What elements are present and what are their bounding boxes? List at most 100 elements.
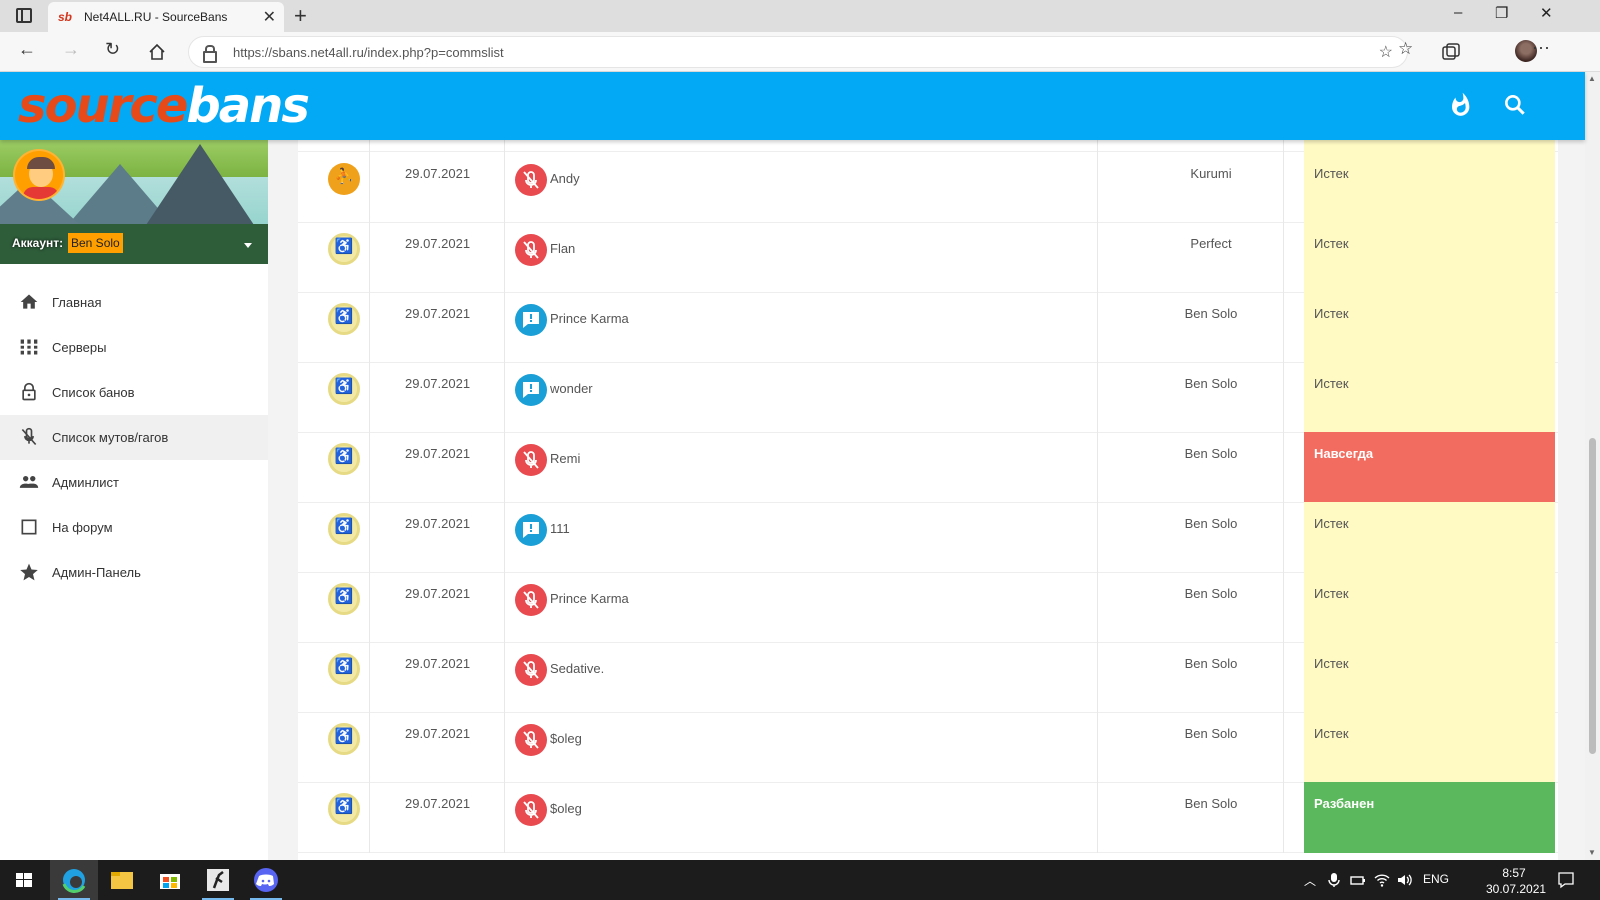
column-divider [1283,712,1284,783]
column-divider [1097,362,1098,433]
browser-tab[interactable]: sb Net4ALL.RU - SourceBans ✕ [48,2,284,32]
favorites-icon[interactable]: ☆ [1398,39,1413,59]
microphone-icon[interactable] [1327,872,1341,888]
battery-icon[interactable] [1350,873,1366,887]
sidebar-item-servers[interactable]: Серверы [0,325,268,370]
counter-strike-icon: ♿ [328,513,360,545]
table-row[interactable]: ⛹ 29.07.2021 Andy Kurumi Истек [298,152,1558,223]
store-icon[interactable] [146,860,194,900]
comm-date: 29.07.2021 [405,656,471,671]
admin-name: Ben Solo [1184,376,1238,391]
cs-taskbar-app[interactable] [194,860,242,900]
table-row[interactable]: ♿ 29.07.2021 Prince Karma Ben Solo Истек [298,292,1558,363]
sidebar-item-adminlist[interactable]: Админлист [0,460,268,505]
table-row[interactable]: ♿ 29.07.2021 111 Ben Solo Истек [298,502,1558,573]
address-bar[interactable]: https://sbans.net4all.ru/index.php?p=com… [188,36,1408,68]
fire-icon[interactable] [1448,92,1474,118]
player-name[interactable]: $oleg [550,801,582,816]
scroll-down-icon[interactable]: ▼ [1588,848,1596,857]
account-label: Аккаунт: [12,236,64,250]
search-icon[interactable] [1502,92,1528,118]
comm-date: 29.07.2021 [405,166,471,181]
table-row[interactable]: ♿ 29.07.2021 $oleg Ben Solo Истек [298,712,1558,783]
clock[interactable]: 8:57 30.07.2021 [1486,865,1546,897]
comm-date: 29.07.2021 [405,376,471,391]
player-name[interactable]: Flan [550,241,575,256]
player-name[interactable]: 111 [550,521,570,536]
language-indicator[interactable]: ENG [1423,872,1449,886]
table-row[interactable]: ♿ 29.07.2021 Flan Perfect Истек [298,222,1558,293]
table-row[interactable]: ♿ 29.07.2021 wonder Ben Solo Истек [298,362,1558,433]
refresh-icon[interactable]: ↻ [105,39,120,60]
close-window-icon[interactable]: ✕ [1540,4,1553,22]
page-scrollbar[interactable]: ▲ ▼ [1585,72,1600,860]
lock-icon[interactable] [203,45,217,63]
player-name[interactable]: Remi [550,451,580,466]
status-badge: Истек [1304,712,1555,783]
profile-banner: Аккаунт: Ben Solo [0,140,268,264]
table-row[interactable]: ♿ 29.07.2021 Remi Ben Solo Навсегда [298,432,1558,503]
volume-icon[interactable] [1397,873,1413,887]
sidebar-item-admin-panel[interactable]: Админ-Панель [0,550,268,595]
player-name[interactable]: $oleg [550,731,582,746]
sourcebans-logo[interactable]: sourcebans [18,78,310,134]
column-divider [1283,572,1284,643]
scroll-thumb[interactable] [1589,438,1596,754]
discord-taskbar-app[interactable] [242,860,290,900]
player-name[interactable]: wonder [550,381,593,396]
mic-off-icon [21,427,37,446]
player-name[interactable]: Andy [550,171,580,186]
notifications-icon[interactable] [1557,871,1575,889]
clock-time: 8:57 [1502,866,1526,880]
tab-actions-icon[interactable] [16,8,32,23]
status-badge: Истек [1304,292,1555,363]
collections-icon[interactable] [1441,42,1461,62]
status-badge: Навсегда [1304,432,1555,503]
sidebar-item-banlist[interactable]: Список банов [0,370,268,415]
comm-date: 29.07.2021 [405,516,471,531]
sidebar-item-forum[interactable]: На форум [0,505,268,550]
forward-icon[interactable]: → [62,39,80,60]
comm-date: 29.07.2021 [405,306,471,321]
sidebar-item-home[interactable]: Главная [0,280,268,325]
account-name[interactable]: Ben Solo [68,233,123,253]
user-avatar[interactable] [13,149,65,201]
square-icon [21,519,37,535]
table-row[interactable]: ♿ 29.07.2021 Prince Karma Ben Solo Истек [298,572,1558,643]
column-divider [1097,782,1098,853]
column-divider [1097,572,1098,643]
lock-icon [22,382,36,401]
table-row[interactable]: ♿ 29.07.2021 $oleg Ben Solo Разбанен [298,782,1558,853]
site-header: sourcebans [0,72,1585,140]
edge-taskbar-app[interactable] [50,860,98,900]
home-icon[interactable] [148,43,166,61]
column-divider [504,222,505,293]
player-name[interactable]: Sedative. [550,661,604,676]
back-icon[interactable]: ← [18,39,36,60]
sidebar-item-label: Админ-Панель [52,565,141,580]
table-row[interactable]: ♿ 29.07.2021 Sedative. Ben Solo Истек [298,642,1558,713]
minimize-icon[interactable]: – [1454,4,1462,21]
chat-icon [515,304,547,336]
counter-strike-icon: ♿ [328,653,360,685]
close-tab-icon[interactable]: ✕ [263,7,276,27]
explorer-icon[interactable] [98,860,146,900]
column-divider [369,362,370,433]
column-divider [1283,432,1284,503]
more-icon[interactable]: ··· [1532,37,1550,58]
maximize-icon[interactable]: ❐ [1495,4,1508,22]
sidebar-item-commslist[interactable]: Список мутов/гагов [0,415,268,460]
wifi-icon[interactable] [1374,873,1390,887]
scroll-up-icon[interactable]: ▲ [1588,74,1596,83]
player-name[interactable]: Prince Karma [550,311,629,326]
start-icon[interactable] [0,860,48,900]
url-text[interactable]: https://sbans.net4all.ru/index.php?p=com… [233,45,504,60]
status-badge: Истек [1304,572,1555,643]
tray-overflow-icon[interactable]: ︿ [1304,872,1316,889]
sidebar-item-label: Список банов [52,385,135,400]
chevron-down-icon[interactable] [244,243,252,248]
column-divider [1097,642,1098,713]
new-tab-icon[interactable]: + [294,3,307,29]
add-favorite-icon[interactable]: ☆ [1379,42,1393,62]
player-name[interactable]: Prince Karma [550,591,629,606]
